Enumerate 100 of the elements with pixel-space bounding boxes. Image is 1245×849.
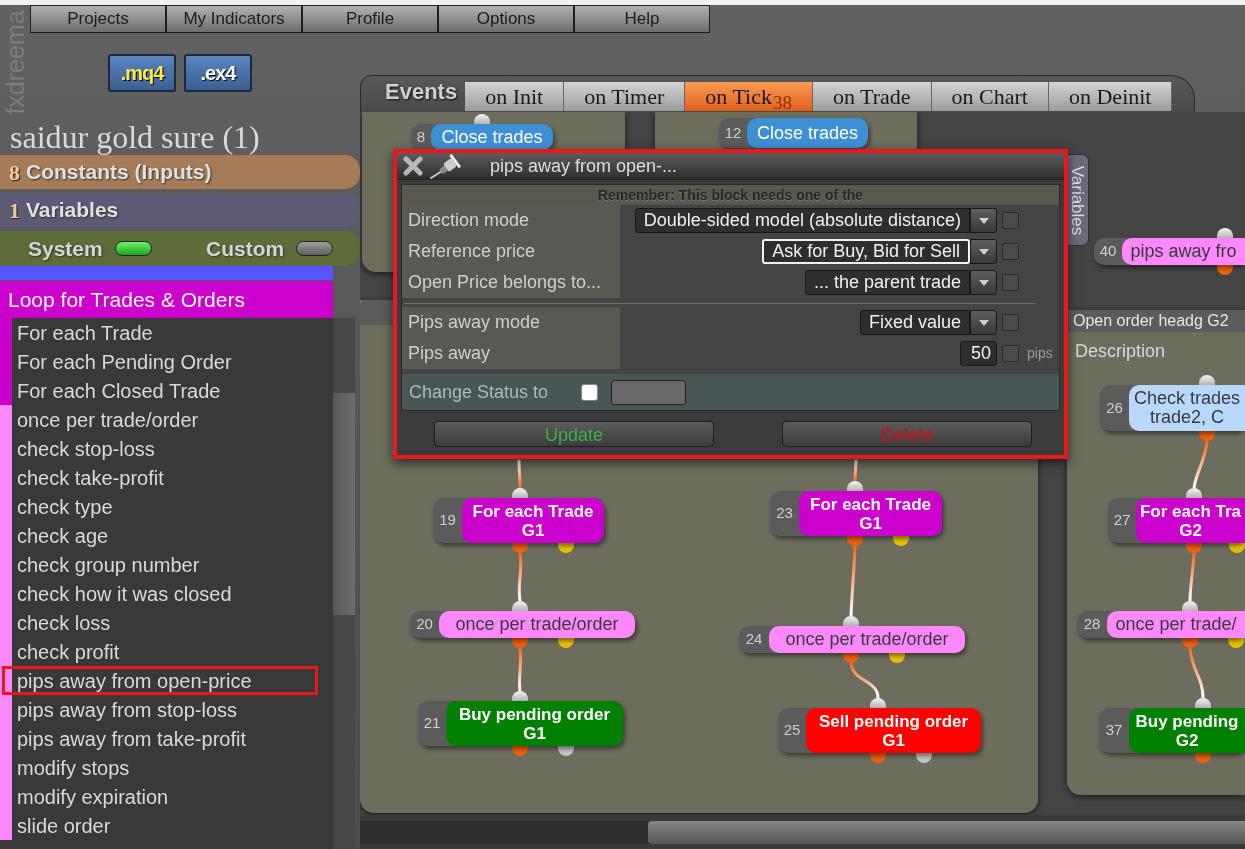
input-port-icon[interactable] bbox=[870, 698, 886, 708]
menu-item[interactable]: Options bbox=[438, 5, 574, 33]
block-node[interactable]: 28 once per trade/ bbox=[1077, 611, 1245, 638]
close-icon[interactable] bbox=[402, 156, 424, 176]
menu-item[interactable]: Projects bbox=[30, 5, 166, 33]
checkbox[interactable] bbox=[1002, 212, 1019, 229]
input-port-icon[interactable] bbox=[512, 691, 528, 701]
output-port-icon[interactable] bbox=[1182, 638, 1198, 648]
menu-item[interactable]: My Indicators bbox=[166, 5, 302, 33]
output-port-icon[interactable] bbox=[843, 653, 859, 663]
output-port-icon[interactable] bbox=[889, 653, 905, 663]
checkbox[interactable] bbox=[1002, 314, 1019, 331]
menu-item[interactable]: Help bbox=[574, 5, 710, 33]
pin-icon[interactable] bbox=[430, 153, 462, 179]
checkbox[interactable] bbox=[1002, 243, 1019, 260]
block-list-item[interactable]: modify stops bbox=[12, 753, 333, 782]
block-number: 26 bbox=[1105, 397, 1124, 418]
block-number: 28 bbox=[1082, 614, 1102, 635]
output-port-icon[interactable] bbox=[1199, 431, 1215, 441]
block-list-item[interactable]: once per trade/order bbox=[12, 405, 333, 434]
checkbox[interactable] bbox=[1002, 274, 1019, 291]
input-port-icon[interactable] bbox=[1199, 375, 1215, 385]
event-tab[interactable]: on Timer bbox=[564, 82, 686, 111]
scrollbar-thumb[interactable] bbox=[648, 821, 1245, 844]
block-list-item[interactable]: check stop-loss bbox=[12, 434, 333, 463]
menu-item[interactable]: Profile bbox=[302, 5, 438, 33]
block-list-item[interactable]: pips away from take-profit bbox=[12, 724, 333, 753]
input-port-icon[interactable] bbox=[474, 114, 490, 124]
output-port-icon[interactable] bbox=[1229, 543, 1245, 553]
block-list-item[interactable]: check take-profit bbox=[12, 463, 333, 492]
event-tab[interactable]: on Init bbox=[465, 82, 565, 111]
block-node[interactable]: 20 once per trade/order bbox=[410, 611, 635, 638]
filter-label: Custom bbox=[206, 235, 285, 262]
block-node[interactable]: 25 Sell pending order G1 bbox=[778, 708, 981, 753]
input-port-icon[interactable] bbox=[1195, 698, 1211, 708]
checkbox[interactable] bbox=[581, 383, 598, 401]
input-port-icon[interactable] bbox=[1186, 488, 1202, 498]
block-node[interactable]: 23 For each Trade G1 bbox=[770, 491, 942, 536]
block-list-item[interactable]: For each Pending Order bbox=[12, 347, 333, 376]
output-port-icon[interactable] bbox=[558, 543, 574, 553]
output-port-icon[interactable] bbox=[558, 746, 574, 756]
connector-line bbox=[517, 647, 523, 692]
block-list-item[interactable]: modify expiration bbox=[12, 782, 333, 811]
scrollbar[interactable] bbox=[360, 821, 1245, 844]
number-field[interactable]: 50 bbox=[960, 341, 997, 366]
input-port-icon[interactable] bbox=[512, 601, 528, 611]
event-tab[interactable]: on Trade bbox=[812, 82, 932, 111]
event-tab[interactable]: on Tick$_{38}$ bbox=[685, 82, 813, 111]
toggle-switch[interactable] bbox=[296, 241, 334, 256]
output-port-icon[interactable] bbox=[893, 536, 909, 546]
output-port-icon[interactable] bbox=[1228, 638, 1244, 648]
section-bar[interactable]: 1 Variables bbox=[0, 193, 360, 227]
block-list-item[interactable]: check profit bbox=[12, 637, 333, 666]
output-port-icon[interactable] bbox=[870, 753, 886, 763]
input-port-icon[interactable] bbox=[843, 616, 859, 626]
output-port-icon[interactable] bbox=[1186, 543, 1202, 553]
block-subtitle: trade2, C bbox=[1149, 408, 1224, 427]
field-label: Pips away bbox=[408, 342, 491, 365]
block-node[interactable]: 8 Close trades bbox=[411, 124, 553, 150]
output-port-icon[interactable] bbox=[512, 746, 528, 756]
output-port-icon[interactable] bbox=[847, 536, 863, 546]
block-list-item[interactable]: check type bbox=[12, 492, 333, 521]
event-tab[interactable]: on Deinit bbox=[1049, 82, 1173, 111]
output-port-icon[interactable] bbox=[512, 638, 528, 648]
block-list-item[interactable]: check how it was closed bbox=[12, 579, 333, 608]
scrollbar[interactable] bbox=[333, 318, 355, 849]
block-list-item[interactable]: For each Closed Trade bbox=[12, 376, 333, 405]
output-port-icon[interactable] bbox=[916, 753, 932, 763]
block-node[interactable]: 12 Close trades bbox=[719, 118, 868, 148]
input-port-icon[interactable] bbox=[847, 481, 863, 491]
status-field[interactable] bbox=[611, 379, 686, 405]
output-port-icon[interactable] bbox=[512, 543, 528, 553]
input-port-icon[interactable] bbox=[1217, 228, 1233, 238]
output-port-icon[interactable] bbox=[1217, 265, 1233, 275]
block-list-item[interactable]: check loss bbox=[12, 608, 333, 637]
block-list-item[interactable]: check group number bbox=[12, 550, 333, 579]
block-list-item[interactable]: check age bbox=[12, 521, 333, 550]
block-node[interactable]: 21 Buy pending order G1 bbox=[418, 701, 623, 746]
export-button[interactable]: .mq4 bbox=[108, 54, 176, 92]
event-tab[interactable]: on Chart bbox=[931, 82, 1049, 111]
caret-icon bbox=[978, 217, 989, 224]
block-node[interactable]: 40 pips away fro bbox=[1094, 238, 1245, 265]
section-title: Variables bbox=[26, 197, 119, 224]
scrollbar-thumb[interactable] bbox=[333, 393, 355, 615]
output-port-icon[interactable] bbox=[1195, 753, 1211, 763]
block-list-item[interactable]: pips away from stop-loss bbox=[12, 695, 333, 724]
connector-line bbox=[849, 662, 880, 699]
output-port-icon[interactable] bbox=[558, 638, 574, 648]
export-button[interactable]: .ex4 bbox=[184, 54, 252, 92]
toggle-switch[interactable] bbox=[114, 241, 152, 256]
variables-tab[interactable]: Variables bbox=[1067, 154, 1089, 246]
block-list-item[interactable]: pips away from open-price bbox=[2, 666, 318, 695]
connector-line bbox=[849, 545, 857, 617]
block-list-item[interactable]: slide order bbox=[12, 811, 333, 840]
block-list-item[interactable]: For each Trade bbox=[12, 318, 333, 347]
input-port-icon[interactable] bbox=[512, 488, 528, 498]
block-node[interactable]: 24 once per trade/order bbox=[739, 626, 965, 653]
checkbox[interactable] bbox=[1002, 345, 1019, 362]
block-title: once per trade/order bbox=[455, 615, 619, 634]
input-port-icon[interactable] bbox=[1182, 601, 1198, 611]
